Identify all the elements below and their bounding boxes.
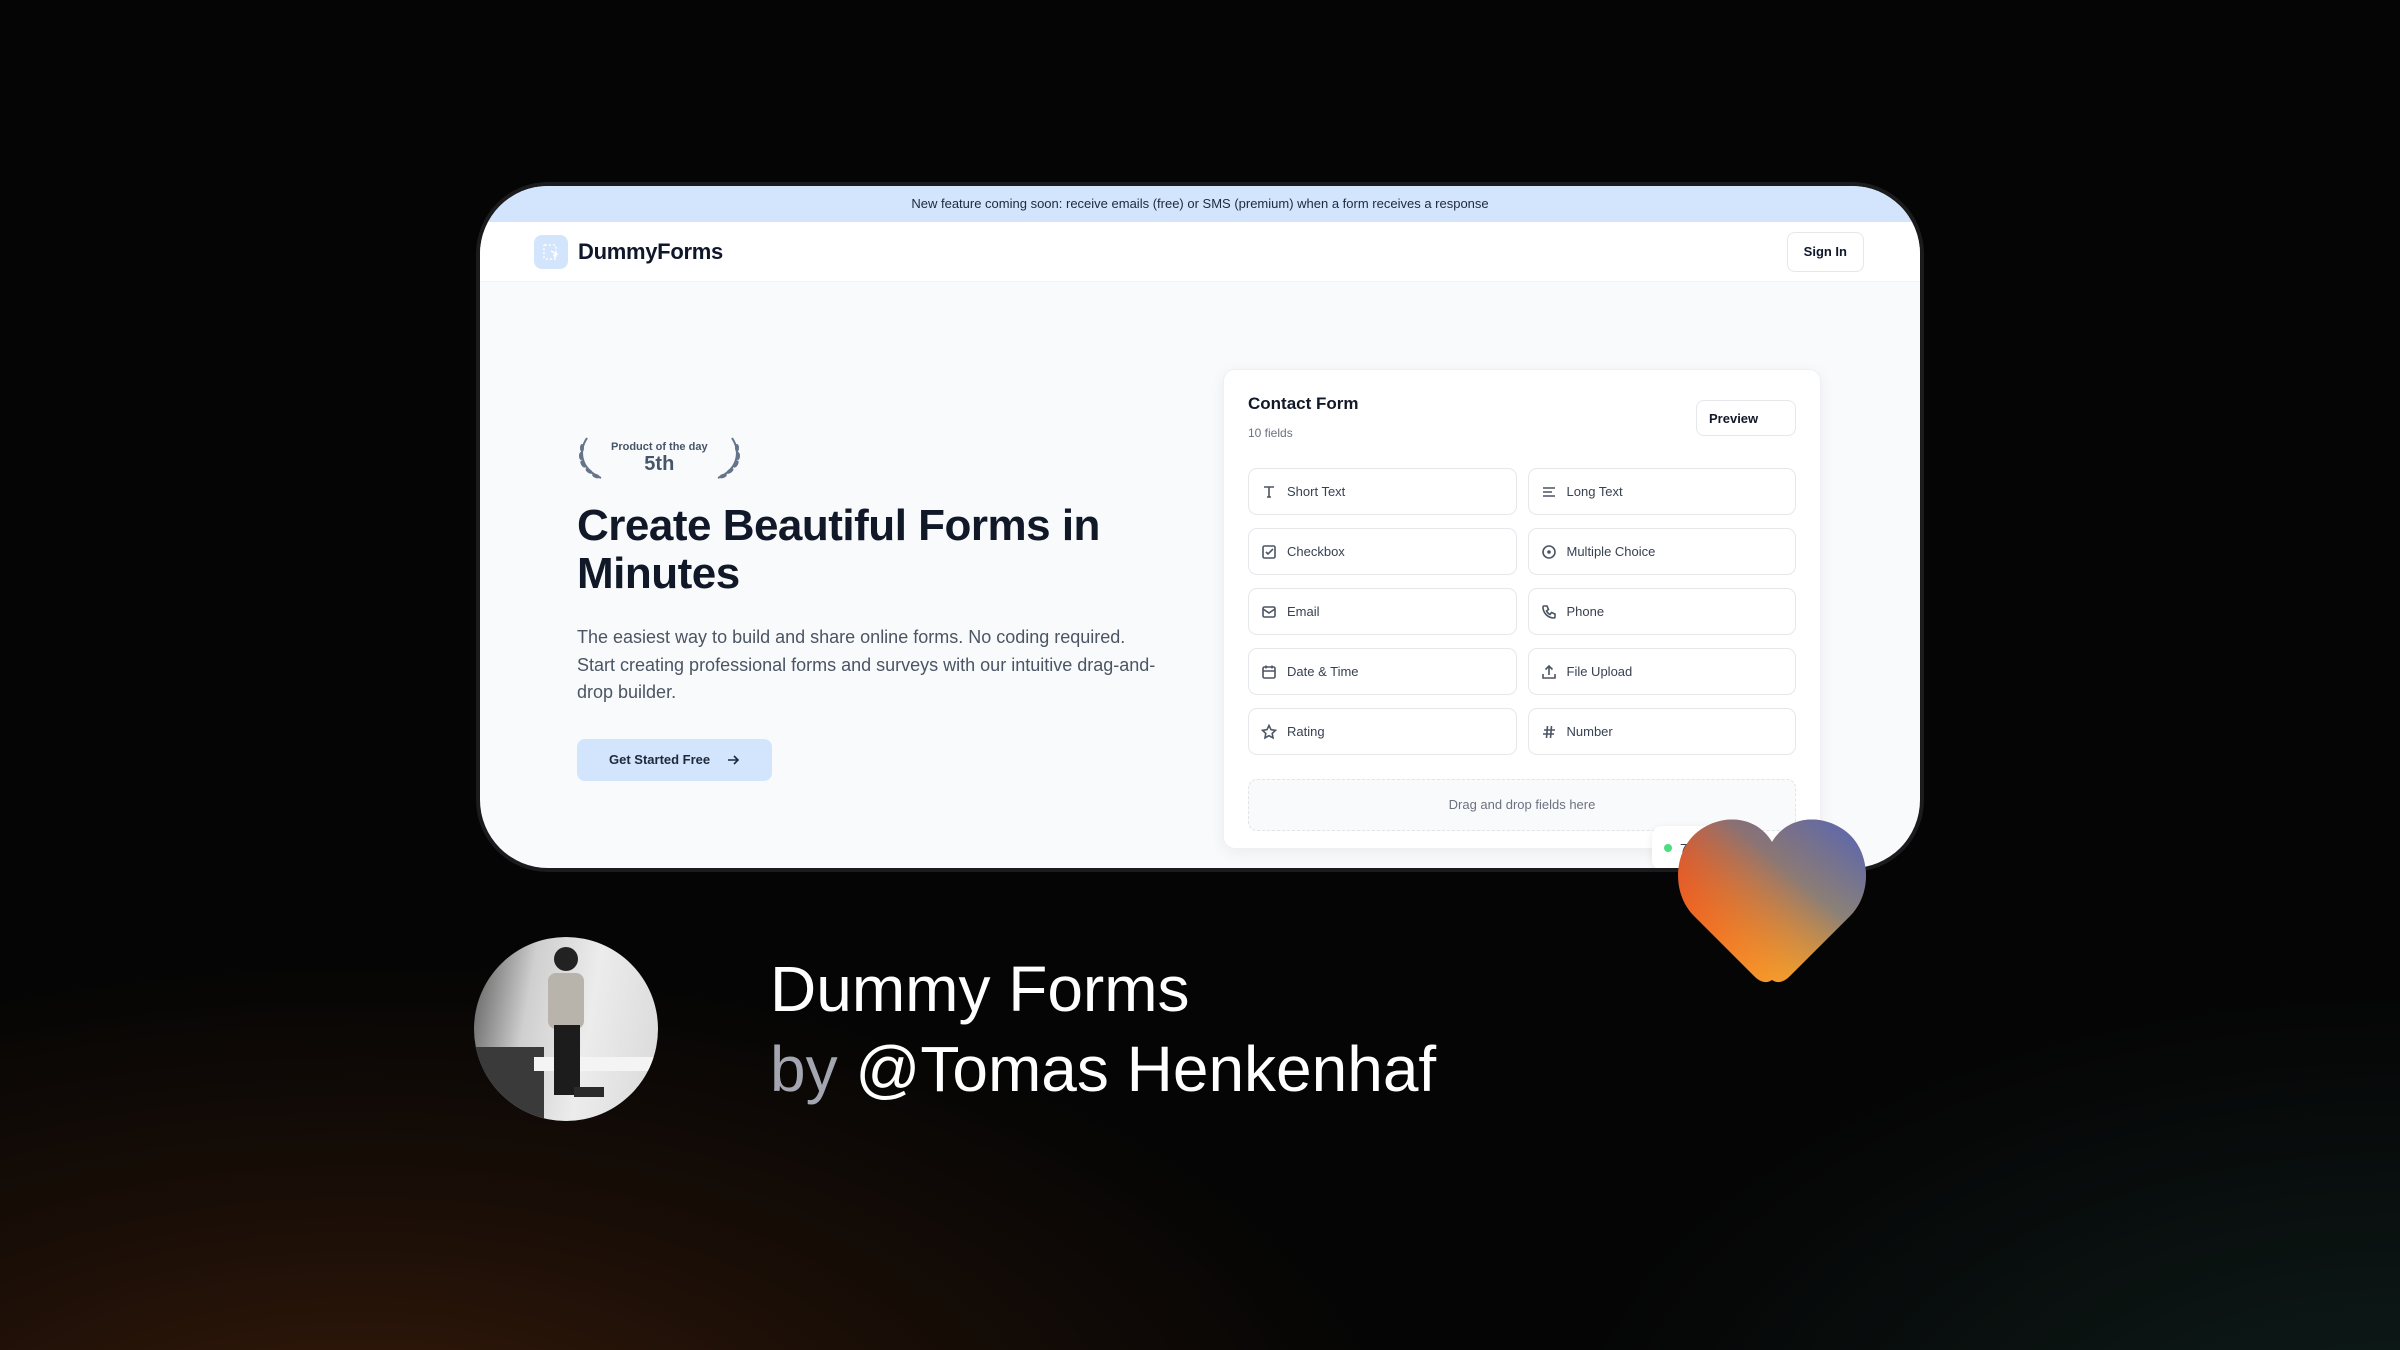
laurel-left-icon: [579, 437, 602, 479]
by-label: by: [770, 1033, 838, 1105]
browser-mockup: New feature coming soon: receive emails …: [476, 182, 1924, 872]
hero-heading: Create Beautiful Forms in Minutes: [577, 501, 1100, 598]
heart-icon: [1678, 819, 1866, 983]
hero-description: The easiest way to build and share onlin…: [577, 627, 1156, 702]
upload-icon: [1541, 664, 1556, 679]
phone-icon: [1541, 604, 1556, 619]
brand-logo[interactable]: DummyForms: [534, 234, 723, 269]
laurel-right-icon: [717, 437, 740, 479]
field-date-time[interactable]: Date & Time: [1248, 648, 1517, 695]
field-label: Number: [1566, 724, 1613, 739]
hash-icon: [1542, 725, 1555, 738]
product-of-the-day-badge[interactable]: Product of the day 5th: [577, 436, 1167, 480]
field-phone[interactable]: Phone: [1527, 588, 1796, 635]
showcase-title: Dummy Forms: [770, 953, 1190, 1025]
field-checkbox[interactable]: Checkbox: [1248, 528, 1517, 575]
website-screen: New feature coming soon: receive emails …: [480, 186, 1920, 868]
field-long-text[interactable]: Long Text: [1527, 468, 1796, 515]
field-label: File Upload: [1566, 664, 1633, 679]
author-photo: [474, 947, 658, 1121]
field-multiple-choice[interactable]: Multiple Choice: [1527, 528, 1796, 575]
field-label: Rating: [1287, 724, 1325, 739]
mail-icon: [1262, 605, 1276, 618]
status-dot: [1664, 844, 1672, 852]
get-started-label: Get Started Free: [609, 752, 711, 767]
get-started-button[interactable]: Get Started Free: [577, 738, 773, 781]
calendar-icon: [1262, 665, 1276, 679]
checkbox-icon: [1262, 544, 1276, 559]
logo-icon: [534, 234, 568, 269]
field-label: Long Text: [1566, 484, 1623, 499]
field-number[interactable]: Number: [1527, 708, 1796, 755]
radio-icon: [1541, 544, 1556, 559]
field-label: Date & Time: [1287, 664, 1359, 679]
field-email[interactable]: Email: [1248, 588, 1517, 635]
author-avatar: [474, 937, 658, 1121]
navbar: DummyForms Sign In: [480, 222, 1920, 282]
field-label: Short Text: [1287, 484, 1346, 499]
arrow-right-icon: [728, 754, 740, 765]
field-rating[interactable]: Rating: [1248, 708, 1517, 755]
field-label: Multiple Choice: [1566, 544, 1656, 559]
field-count: 10 fields: [1248, 426, 1293, 440]
form-builder-card: Contact Form 10 fields Preview Short Tex…: [1223, 369, 1821, 849]
award-label: Product of the day: [611, 440, 708, 453]
hero-section: Product of the day 5th Create Beautiful …: [577, 436, 1167, 781]
star-icon: [1261, 723, 1277, 739]
type-icon: [1264, 485, 1274, 498]
showcase-author-line: by @Tomas Henkenhaf: [770, 1032, 1436, 1106]
author-handle: @Tomas Henkenhaf: [855, 1033, 1437, 1105]
field-label: Checkbox: [1287, 544, 1345, 559]
align-left-icon: [1542, 486, 1555, 497]
field-label: Phone: [1566, 604, 1605, 619]
preview-button[interactable]: Preview: [1696, 400, 1796, 436]
field-label: Email: [1287, 604, 1320, 619]
announcement-banner: New feature coming soon: receive emails …: [480, 186, 1920, 222]
field-short-text[interactable]: Short Text: [1248, 468, 1517, 515]
award-rank: 5th: [644, 453, 675, 476]
field-file-upload[interactable]: File Upload: [1527, 648, 1796, 695]
brand-name: DummyForms: [578, 238, 723, 264]
sign-in-button[interactable]: Sign In: [1786, 231, 1864, 272]
field-palette: Short Text Long Text Checkbox Multiple C…: [1248, 468, 1796, 755]
form-title: Contact Form: [1248, 394, 1359, 413]
